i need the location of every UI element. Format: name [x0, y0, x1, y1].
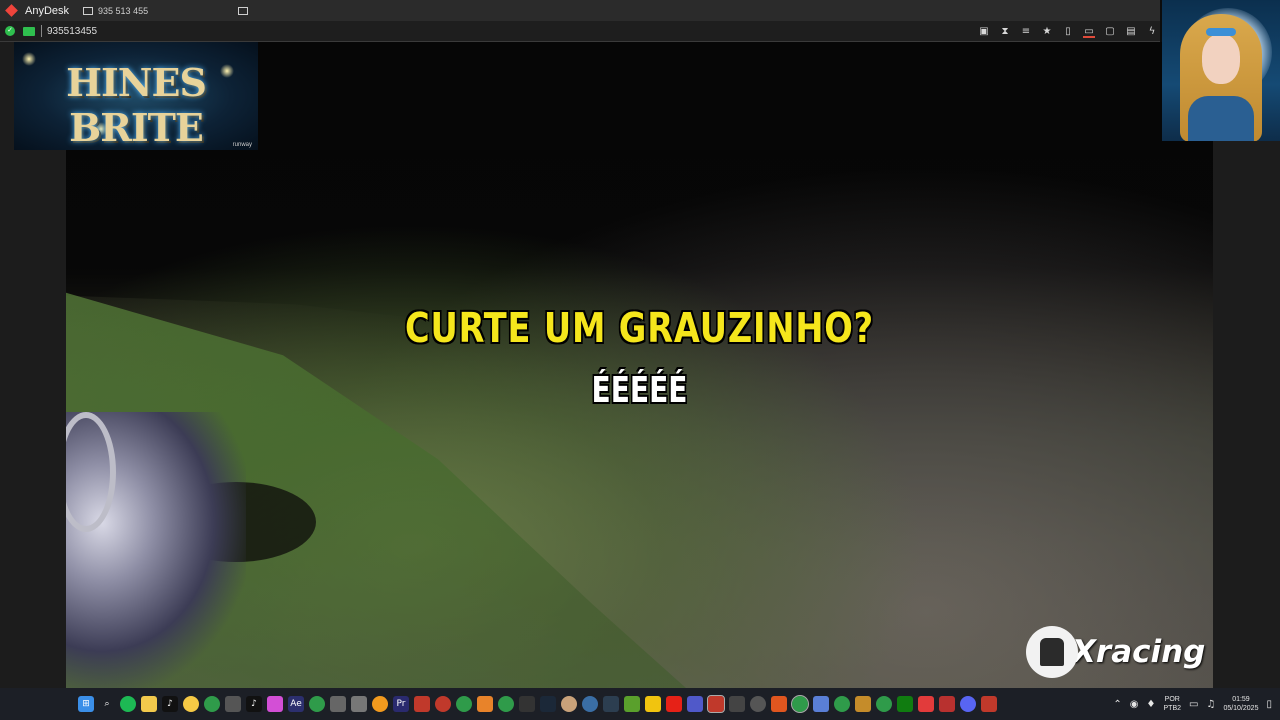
chrome-icon[interactable]	[456, 696, 472, 712]
display-icon[interactable]: ▢	[1104, 26, 1116, 38]
display-tray-icon[interactable]: ▭	[1189, 699, 1198, 710]
discord-icon[interactable]	[960, 696, 976, 712]
chrome-icon[interactable]	[204, 696, 220, 712]
clock-date: 05/10/2025	[1223, 705, 1259, 712]
anydesk-logo-icon	[5, 4, 19, 18]
app-icon[interactable]	[330, 696, 346, 712]
xbox-icon[interactable]	[897, 696, 913, 712]
brand-title: HINES BRITE	[66, 60, 207, 150]
streamer-avatar	[1162, 0, 1280, 141]
new-session-tab-icon[interactable]	[238, 6, 249, 15]
xracing-text: Xracing	[1072, 634, 1206, 670]
display-quality-icon[interactable]: ▣	[978, 26, 990, 38]
brave-icon[interactable]	[771, 696, 787, 712]
app-icon[interactable]	[750, 696, 766, 712]
app-icon[interactable]	[582, 696, 598, 712]
volume-icon[interactable]: ♫	[1206, 699, 1215, 710]
session-flag-icon	[23, 26, 35, 36]
avatar-face	[1202, 34, 1240, 84]
lightning-icon[interactable]: ϟ	[1146, 26, 1158, 38]
tiktok-studio-icon[interactable]: ♪	[246, 696, 262, 712]
tiktok-icon[interactable]: ♪	[162, 696, 178, 712]
clock[interactable]: 01:59 05/10/2025	[1223, 695, 1258, 713]
app-icon[interactable]	[813, 696, 829, 712]
taskbar-apps: ⊞ ⌕ ♪ ♪ Ae Pr	[78, 688, 997, 720]
helmet-icon	[1026, 626, 1078, 678]
chrome-icon[interactable]	[834, 696, 850, 712]
search-app-icon[interactable]	[372, 696, 388, 712]
app-name: AnyDesk	[25, 4, 70, 17]
app-icon[interactable]	[603, 696, 619, 712]
microphone-icon[interactable]: ♦	[1147, 699, 1156, 710]
app-icon[interactable]	[624, 696, 640, 712]
app-icon[interactable]	[414, 696, 430, 712]
chrome-icon[interactable]	[876, 696, 892, 712]
session-tab[interactable]: 935 513 455	[83, 6, 148, 16]
hourglass-icon[interactable]: ⧗	[999, 26, 1011, 38]
notification-icon[interactable]: ▯	[1266, 699, 1272, 710]
app-icon[interactable]	[645, 696, 661, 712]
chrome-icon[interactable]	[309, 696, 325, 712]
language-indicator[interactable]: POR PTB2	[1164, 695, 1182, 713]
app-icon[interactable]	[939, 696, 955, 712]
chrome-icon[interactable]	[498, 696, 514, 712]
toolbar-actions: ▣ ⧗ ≡ ★ ▯ ▭ ▢ ▤ ϟ	[978, 21, 1158, 42]
capcut-icon[interactable]	[519, 696, 535, 712]
brand-small-text: runway	[232, 142, 252, 148]
folder-icon[interactable]	[141, 696, 157, 712]
calculator-icon[interactable]	[225, 696, 241, 712]
database-icon[interactable]: ≡	[1020, 26, 1032, 38]
clock-time: 01:59	[1232, 696, 1250, 703]
app-icon[interactable]	[477, 696, 493, 712]
avatar-crown	[1206, 28, 1236, 36]
after-effects-icon[interactable]: Ae	[288, 696, 304, 712]
divider	[41, 25, 42, 37]
youtube-icon[interactable]	[666, 696, 682, 712]
network-icon[interactable]: ◉	[1130, 699, 1139, 710]
spotify-icon[interactable]	[120, 696, 136, 712]
monitor-select-icon[interactable]: ▭	[1083, 26, 1095, 38]
search-icon[interactable]: ⌕	[99, 696, 115, 712]
anydesk-taskbar-icon[interactable]	[707, 695, 725, 713]
avatar-body	[1188, 96, 1254, 141]
caption-line-1: CURTE UM GRAUZINHO?	[404, 304, 875, 352]
app-icon[interactable]	[729, 696, 745, 712]
caption-line-2: ÉÉÉÉÉ	[591, 370, 688, 411]
steam-icon[interactable]	[540, 696, 556, 712]
xracing-logo: Xracing	[1026, 626, 1205, 678]
file-icon[interactable]: ▯	[1062, 26, 1074, 38]
monitor-icon	[83, 6, 94, 15]
brand-overlay: HINES BRITE runway	[14, 42, 258, 150]
anydesk-toolbar: ✓ 935513455 ▣ ⧗ ≡ ★ ▯ ▭ ▢ ▤ ϟ	[0, 21, 1160, 42]
premiere-icon[interactable]: Pr	[393, 696, 409, 712]
teams-icon[interactable]	[687, 696, 703, 712]
start-icon[interactable]: ⊞	[78, 696, 94, 712]
keyboard-layout: PTB2	[1163, 705, 1182, 712]
app-icon[interactable]	[561, 696, 577, 712]
session-tab-label: 935 513 455	[98, 5, 149, 16]
star-icon[interactable]: ★	[1041, 26, 1053, 38]
chevron-up-icon[interactable]: ⌃	[1113, 699, 1121, 710]
chat-icon[interactable]: ▤	[1125, 26, 1137, 38]
app-icon[interactable]	[918, 696, 934, 712]
system-tray: ⌃ ◉ ♦ POR PTB2 ▭ ♫ 01:59 05/10/2025 ▯	[1113, 688, 1280, 720]
app-icon[interactable]	[351, 696, 367, 712]
remote-address: 935513455	[47, 25, 98, 37]
app-icon[interactable]	[855, 696, 871, 712]
connected-check-icon: ✓	[5, 26, 15, 36]
opera-icon[interactable]	[435, 696, 451, 712]
windows-taskbar: ⊞ ⌕ ♪ ♪ Ae Pr ⌃ ◉ ♦ POR PTB2 ▭ ♫ 01:59 0…	[0, 688, 1280, 720]
anydesk-icon[interactable]	[981, 696, 997, 712]
language-code: POR	[1164, 696, 1180, 703]
emoji-icon[interactable]	[183, 696, 199, 712]
chrome-icon[interactable]	[791, 695, 809, 713]
anydesk-titlebar: AnyDesk 935 513 455	[0, 0, 1160, 21]
app-icon[interactable]	[267, 696, 283, 712]
